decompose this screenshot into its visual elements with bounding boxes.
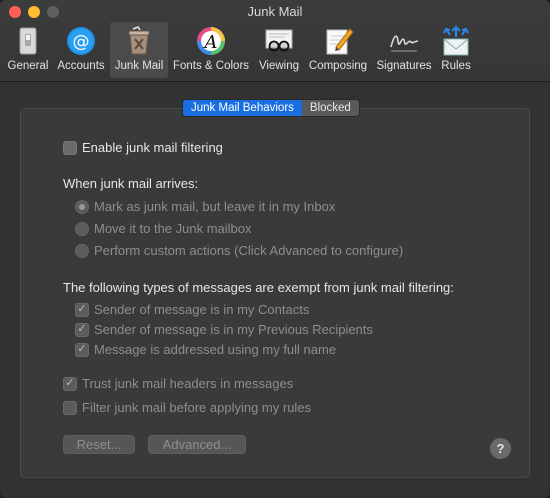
- filter-before-rules-checkbox[interactable]: [63, 400, 77, 415]
- exempt-full-name-checkbox[interactable]: ✓: [75, 342, 89, 357]
- enable-filtering-checkbox[interactable]: [63, 140, 77, 155]
- at-sign-icon: @: [67, 27, 95, 55]
- toolbar-label-signatures: Signatures: [376, 60, 432, 72]
- signature-icon: [390, 35, 419, 52]
- exempt-contacts-checkbox[interactable]: ✓: [75, 302, 89, 317]
- arrive-option-mark-junk-radio[interactable]: [75, 199, 89, 214]
- arrive-option-mark-junk-label: Mark as junk mail, but leave it in my In…: [94, 199, 336, 214]
- composing-pencil-icon: [326, 28, 354, 55]
- exempt-option-full-name[interactable]: ✓ Message is addressed using my full nam…: [75, 342, 336, 357]
- advanced-button[interactable]: Advanced...: [148, 435, 246, 454]
- tab-blocked[interactable]: Blocked: [301, 100, 359, 116]
- toolbar-item-fonts-colors[interactable]: A Fonts & Colors: [170, 22, 252, 78]
- arrive-option-move-junk-label: Move it to the Junk mailbox: [94, 221, 252, 236]
- arrives-heading: When junk mail arrives:: [63, 176, 199, 191]
- preferences-toolbar: General @ Accounts Junk Mail A Fonts & C…: [0, 22, 550, 80]
- arrive-option-move-junk[interactable]: Move it to the Junk mailbox: [75, 221, 252, 236]
- trust-headers-checkbox[interactable]: ✓: [63, 376, 77, 391]
- arrive-option-custom-actions[interactable]: Perform custom actions (Click Advanced t…: [75, 243, 403, 258]
- color-font-icon: A: [197, 27, 225, 55]
- exempt-previous-recipients-label: Sender of message is in my Previous Reci…: [94, 322, 373, 337]
- trust-headers-row[interactable]: ✓ Trust junk mail headers in messages: [63, 376, 293, 391]
- exempt-previous-recipients-checkbox[interactable]: ✓: [75, 322, 89, 337]
- reset-button[interactable]: Reset...: [63, 435, 135, 454]
- rules-envelope-icon: [443, 25, 469, 56]
- behaviors-blocked-segmented-control: Junk Mail Behaviors Blocked: [182, 99, 360, 117]
- toolbar-item-viewing[interactable]: Viewing: [255, 22, 303, 78]
- arrive-option-custom-actions-radio[interactable]: [75, 243, 89, 258]
- arrive-option-move-junk-radio[interactable]: [75, 221, 89, 236]
- enable-filtering-row[interactable]: Enable junk mail filtering: [63, 140, 223, 155]
- toolbar-item-general[interactable]: General: [4, 22, 52, 78]
- trust-headers-label: Trust junk mail headers in messages: [82, 376, 294, 391]
- toolbar-label-general: General: [7, 60, 49, 72]
- toolbar-item-rules[interactable]: Rules: [437, 22, 475, 78]
- arrive-option-mark-junk[interactable]: Mark as junk mail, but leave it in my In…: [75, 199, 335, 214]
- tab-junk-mail-behaviors[interactable]: Junk Mail Behaviors: [183, 100, 302, 116]
- toolbar-label-fonts-colors: Fonts & Colors: [172, 60, 250, 72]
- general-icon: [19, 27, 37, 55]
- toolbar-item-signatures[interactable]: Signatures: [373, 22, 435, 78]
- preferences-window: Junk Mail General @ Accounts Junk Mail A…: [0, 0, 550, 498]
- filter-before-rules-row[interactable]: Filter junk mail before applying my rule…: [63, 400, 311, 415]
- toolbar-item-composing[interactable]: Composing: [306, 22, 370, 78]
- junk-bin-icon: [128, 26, 150, 55]
- svg-text:A: A: [203, 32, 218, 53]
- help-button[interactable]: ?: [490, 438, 511, 459]
- exempt-heading: The following types of messages are exem…: [63, 280, 454, 295]
- toolbar-label-viewing: Viewing: [258, 60, 300, 72]
- window-title: Junk Mail: [247, 4, 303, 19]
- toolbar-label-rules: Rules: [441, 60, 471, 72]
- enable-filtering-label: Enable junk mail filtering: [82, 140, 223, 155]
- svg-text:@: @: [73, 32, 90, 52]
- filter-before-rules-label: Filter junk mail before applying my rule…: [82, 400, 312, 415]
- exempt-option-previous-recipients[interactable]: ✓ Sender of message is in my Previous Re…: [75, 322, 373, 337]
- toolbar-label-composing: Composing: [308, 60, 368, 72]
- titlebar: Junk Mail General @ Accounts Junk Mail A…: [0, 0, 550, 82]
- viewing-glasses-icon: [265, 29, 293, 52]
- exempt-contacts-label: Sender of message is in my Contacts: [94, 302, 310, 317]
- exempt-option-contacts[interactable]: ✓ Sender of message is in my Contacts: [75, 302, 309, 317]
- toolbar-item-junk-mail[interactable]: Junk Mail: [110, 22, 168, 78]
- toolbar-item-accounts[interactable]: @ Accounts: [54, 22, 108, 78]
- exempt-full-name-label: Message is addressed using my full name: [94, 342, 337, 357]
- toolbar-label-accounts: Accounts: [57, 60, 105, 72]
- arrive-option-custom-actions-label: Perform custom actions (Click Advanced t…: [94, 243, 404, 258]
- toolbar-label-junk-mail: Junk Mail: [114, 60, 164, 72]
